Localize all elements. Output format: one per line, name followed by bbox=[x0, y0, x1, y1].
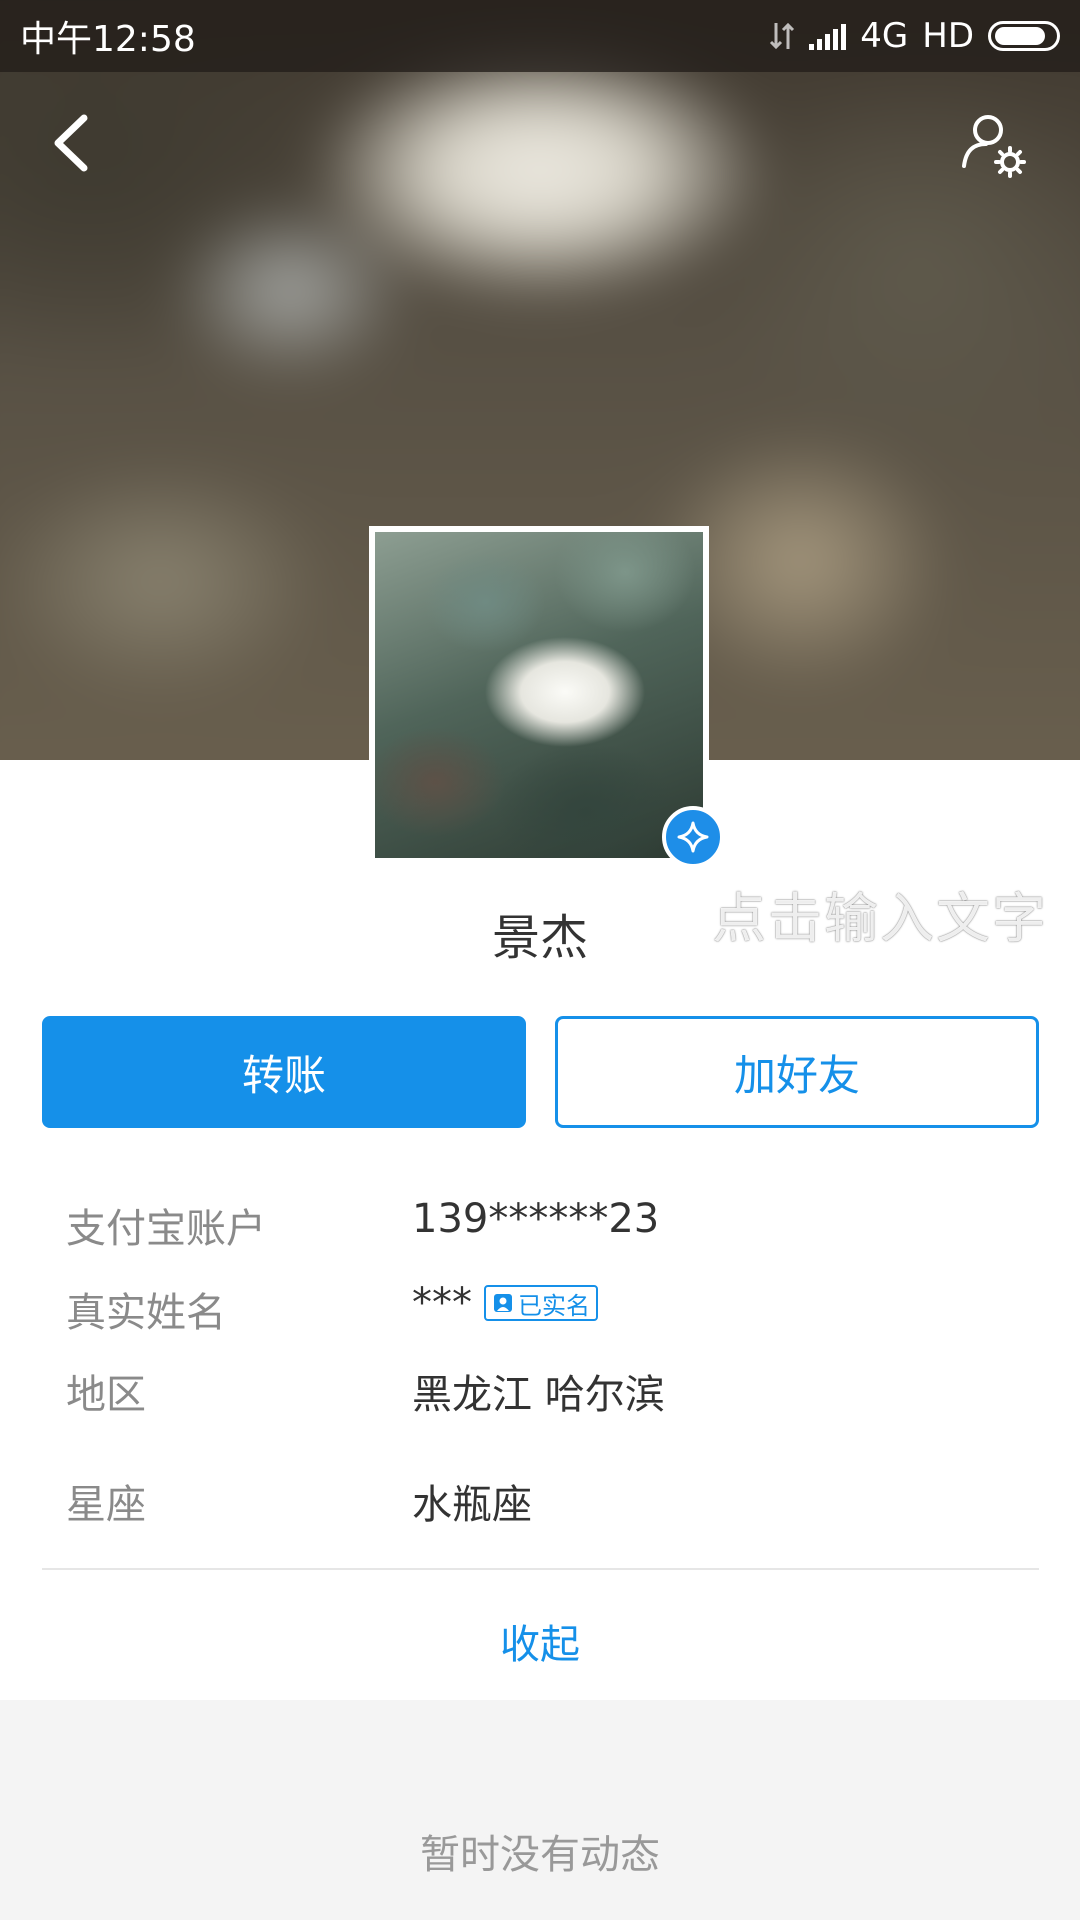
chevron-left-icon bbox=[54, 114, 88, 172]
zodiac-label: 星座 bbox=[66, 1482, 146, 1528]
region-value: 黑龙江 哈尔滨 bbox=[412, 1362, 665, 1420]
verified-realname-text: 已实名 bbox=[518, 1291, 590, 1320]
realname-value: *** 已实名 bbox=[412, 1280, 598, 1326]
network-type: 4G bbox=[860, 16, 909, 56]
avatar-image bbox=[375, 532, 703, 858]
collapse-button[interactable]: 收起 bbox=[0, 1612, 1080, 1670]
realname-label: 真实姓名 bbox=[66, 1290, 226, 1336]
region-text: 黑龙江 哈尔滨 bbox=[412, 1372, 665, 1418]
transfer-button[interactable]: 转账 bbox=[42, 1016, 526, 1128]
profile-settings-button[interactable] bbox=[960, 110, 1032, 182]
zodiac-text: 水瓶座 bbox=[412, 1482, 532, 1528]
back-button[interactable] bbox=[44, 108, 104, 178]
hd-indicator: HD bbox=[922, 16, 974, 56]
divider bbox=[42, 1568, 1039, 1570]
status-indicators: 4G HD bbox=[769, 16, 1060, 56]
signal-strength-icon bbox=[809, 22, 847, 50]
verified-star-icon bbox=[677, 821, 709, 853]
text-watermark: 点击输入文字 bbox=[712, 887, 1048, 950]
battery-icon bbox=[988, 21, 1060, 51]
status-time: 中午12:58 bbox=[20, 19, 196, 60]
add-friend-button[interactable]: 加好友 bbox=[555, 1016, 1039, 1128]
account-label: 支付宝账户 bbox=[66, 1206, 266, 1252]
user-settings-icon bbox=[962, 115, 1026, 178]
account-value: 139******23 bbox=[412, 1196, 659, 1242]
verified-realname-badge: 已实名 bbox=[484, 1285, 598, 1321]
account-number: 139******23 bbox=[412, 1196, 660, 1242]
info-row-account: 支付宝账户 139******23 bbox=[0, 1196, 1080, 1256]
zodiac-value: 水瓶座 bbox=[412, 1472, 532, 1530]
empty-feed-message: 暂时没有动态 bbox=[420, 1832, 660, 1878]
id-card-icon bbox=[494, 1294, 512, 1312]
avatar[interactable] bbox=[369, 526, 709, 864]
info-row-realname: 真实姓名 *** 已实名 bbox=[0, 1280, 1080, 1340]
region-label: 地区 bbox=[66, 1372, 146, 1418]
data-transfer-icon bbox=[770, 22, 795, 50]
info-row-region: 地区 黑龙江 哈尔滨 bbox=[0, 1362, 1080, 1422]
info-row-zodiac: 星座 水瓶座 bbox=[0, 1472, 1080, 1532]
realname-masked: *** bbox=[412, 1280, 472, 1326]
status-bar: 中午12:58 4G HD bbox=[0, 0, 1080, 72]
verified-badge bbox=[662, 806, 724, 868]
